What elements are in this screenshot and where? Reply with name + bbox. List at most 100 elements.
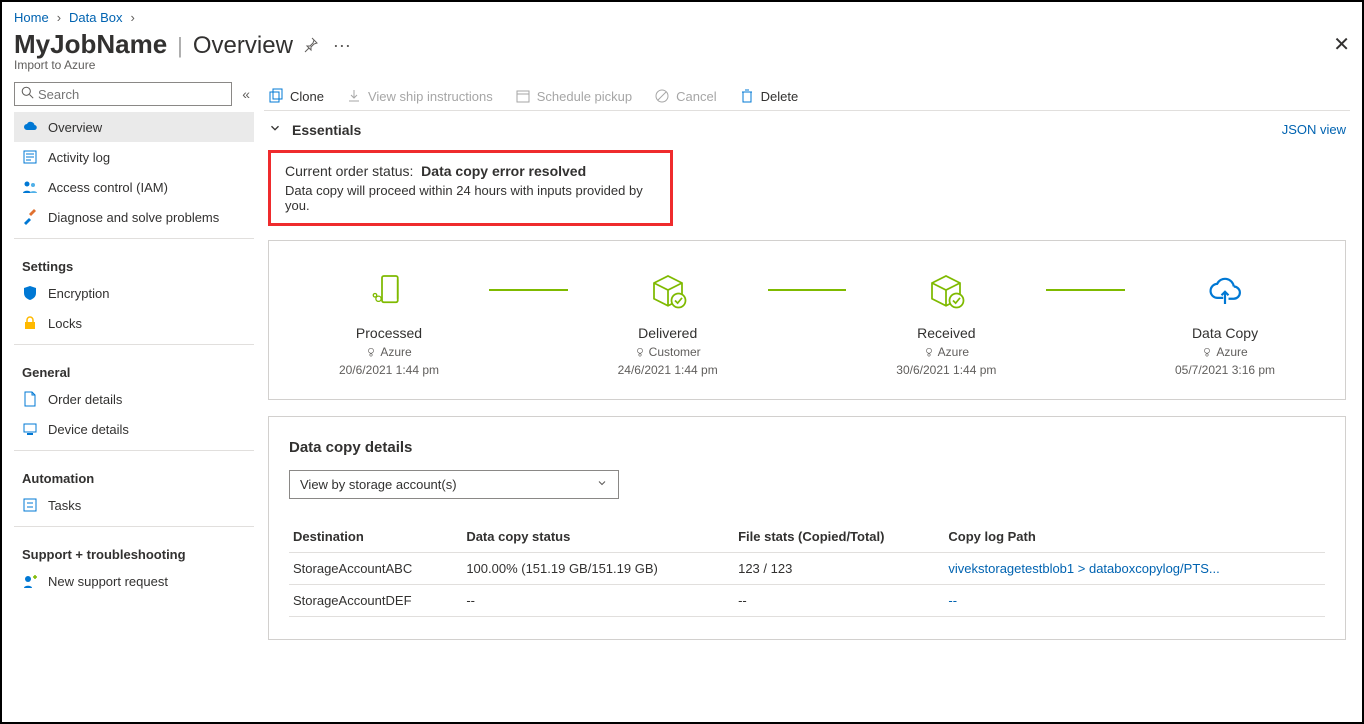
data-copy-panel: Data copy details View by storage accoun… (268, 416, 1346, 640)
copy-log-link[interactable]: vivekstoragetestblob1 > databoxcopylog/P… (948, 561, 1219, 576)
cloud-icon (22, 119, 38, 135)
page-title: MyJobName (14, 29, 167, 60)
sidebar-item-label: Order details (48, 392, 122, 407)
sidebar-item-diagnose[interactable]: Diagnose and solve problems (14, 202, 254, 232)
view-by-select[interactable]: View by storage account(s) (289, 470, 619, 499)
sidebar-item-access-control[interactable]: Access control (IAM) (14, 172, 254, 202)
search-input-wrap[interactable] (14, 82, 232, 106)
sidebar: « Overview Activity log Access control (… (14, 82, 254, 656)
step-icon (1125, 263, 1325, 317)
table-row: StorageAccountABC 100.00% (151.19 GB/151… (289, 553, 1325, 585)
command-bar: Clone View ship instructions Schedule pi… (264, 82, 1350, 111)
sidebar-item-label: Encryption (48, 286, 109, 301)
log-icon (22, 149, 38, 165)
sidebar-item-label: Tasks (48, 498, 81, 513)
sidebar-item-new-support[interactable]: New support request (14, 566, 254, 596)
step-location: Azure (289, 345, 489, 359)
progress-step: Received Azure 30/6/2021 1:44 pm (846, 263, 1046, 377)
device-icon (22, 421, 38, 437)
sidebar-section-general: General (14, 351, 254, 384)
breadcrumb-databox[interactable]: Data Box (69, 10, 122, 25)
step-date: 30/6/2021 1:44 pm (846, 363, 1046, 377)
app-root: Home › Data Box › MyJobName | Overview ⋯… (0, 0, 1364, 724)
status-description: Data copy will proceed within 24 hours w… (285, 183, 656, 213)
chevron-down-icon (596, 477, 608, 492)
progress-step: Processed Azure 20/6/2021 1:44 pm (289, 263, 489, 377)
document-icon (22, 391, 38, 407)
copy-log-link[interactable]: -- (948, 593, 957, 608)
support-icon (22, 573, 38, 589)
calendar-icon (515, 88, 531, 104)
task-icon (22, 497, 38, 513)
essentials-title: Essentials (292, 122, 361, 138)
sidebar-item-label: New support request (48, 574, 168, 589)
step-icon (289, 263, 489, 317)
step-connector (768, 289, 847, 291)
step-location: Azure (1125, 345, 1325, 359)
sidebar-item-activity-log[interactable]: Activity log (14, 142, 254, 172)
button-label: View ship instructions (368, 89, 493, 104)
step-date: 05/7/2021 3:16 pm (1125, 363, 1325, 377)
step-connector (489, 289, 568, 291)
step-location: Customer (568, 345, 768, 359)
sidebar-section-settings: Settings (14, 245, 254, 278)
sidebar-item-locks[interactable]: Locks (14, 308, 254, 338)
sidebar-section-automation: Automation (14, 457, 254, 490)
step-icon (568, 263, 768, 317)
more-icon[interactable]: ⋯ (333, 36, 351, 57)
sidebar-item-device-details[interactable]: Device details (14, 414, 254, 444)
sidebar-item-label: Locks (48, 316, 82, 331)
cell-log: -- (944, 585, 1325, 617)
breadcrumb-home[interactable]: Home (14, 10, 49, 25)
search-icon (21, 86, 34, 102)
step-title: Received (846, 325, 1046, 341)
progress-step: Delivered Customer 24/6/2021 1:44 pm (568, 263, 768, 377)
sidebar-item-encryption[interactable]: Encryption (14, 278, 254, 308)
sidebar-item-overview[interactable]: Overview (14, 112, 254, 142)
pin-icon[interactable] (303, 37, 319, 56)
json-view-link[interactable]: JSON view (1282, 122, 1346, 137)
button-label: Clone (290, 89, 324, 104)
title-divider: | (177, 33, 183, 59)
clone-icon (268, 88, 284, 104)
chevron-right-icon: › (131, 10, 135, 25)
step-title: Delivered (568, 325, 768, 341)
cell-status: 100.00% (151.19 GB/151.19 GB) (462, 553, 734, 585)
cell-stats: 123 / 123 (734, 553, 944, 585)
table-row: StorageAccountDEF -- -- -- (289, 585, 1325, 617)
schedule-button: Schedule pickup (515, 88, 632, 104)
select-value: View by storage account(s) (300, 477, 457, 492)
page-subtitle: Import to Azure (14, 58, 1350, 72)
step-title: Processed (289, 325, 489, 341)
progress-step: Data Copy Azure 05/7/2021 3:16 pm (1125, 263, 1325, 377)
col-destination: Destination (289, 521, 462, 553)
close-icon[interactable]: ✕ (1333, 32, 1350, 57)
delete-button[interactable]: Delete (739, 88, 799, 104)
clone-button[interactable]: Clone (268, 88, 324, 104)
chevron-right-icon: › (57, 10, 61, 25)
sidebar-item-label: Device details (48, 422, 129, 437)
cell-destination: StorageAccountDEF (289, 585, 462, 617)
collapse-sidebar-icon[interactable]: « (238, 86, 254, 102)
col-status: Data copy status (462, 521, 734, 553)
cancel-button: Cancel (654, 88, 716, 104)
cell-log: vivekstoragetestblob1 > databoxcopylog/P… (944, 553, 1325, 585)
breadcrumb: Home › Data Box › (14, 8, 1350, 29)
status-value: Data copy error resolved (421, 163, 586, 179)
sidebar-item-label: Diagnose and solve problems (48, 210, 219, 225)
view-ship-button: View ship instructions (346, 88, 493, 104)
people-icon (22, 179, 38, 195)
main-content: Clone View ship instructions Schedule pi… (264, 82, 1350, 656)
sidebar-section-support: Support + troubleshooting (14, 533, 254, 566)
tools-icon (22, 209, 38, 225)
sidebar-item-order-details[interactable]: Order details (14, 384, 254, 414)
step-location: Azure (846, 345, 1046, 359)
button-label: Delete (761, 89, 799, 104)
search-input[interactable] (38, 87, 225, 102)
step-connector (1046, 289, 1125, 291)
status-callout: Current order status: Data copy error re… (268, 150, 673, 226)
cell-status: -- (462, 585, 734, 617)
sidebar-item-tasks[interactable]: Tasks (14, 490, 254, 520)
chevron-down-icon[interactable] (268, 121, 282, 138)
step-date: 20/6/2021 1:44 pm (289, 363, 489, 377)
